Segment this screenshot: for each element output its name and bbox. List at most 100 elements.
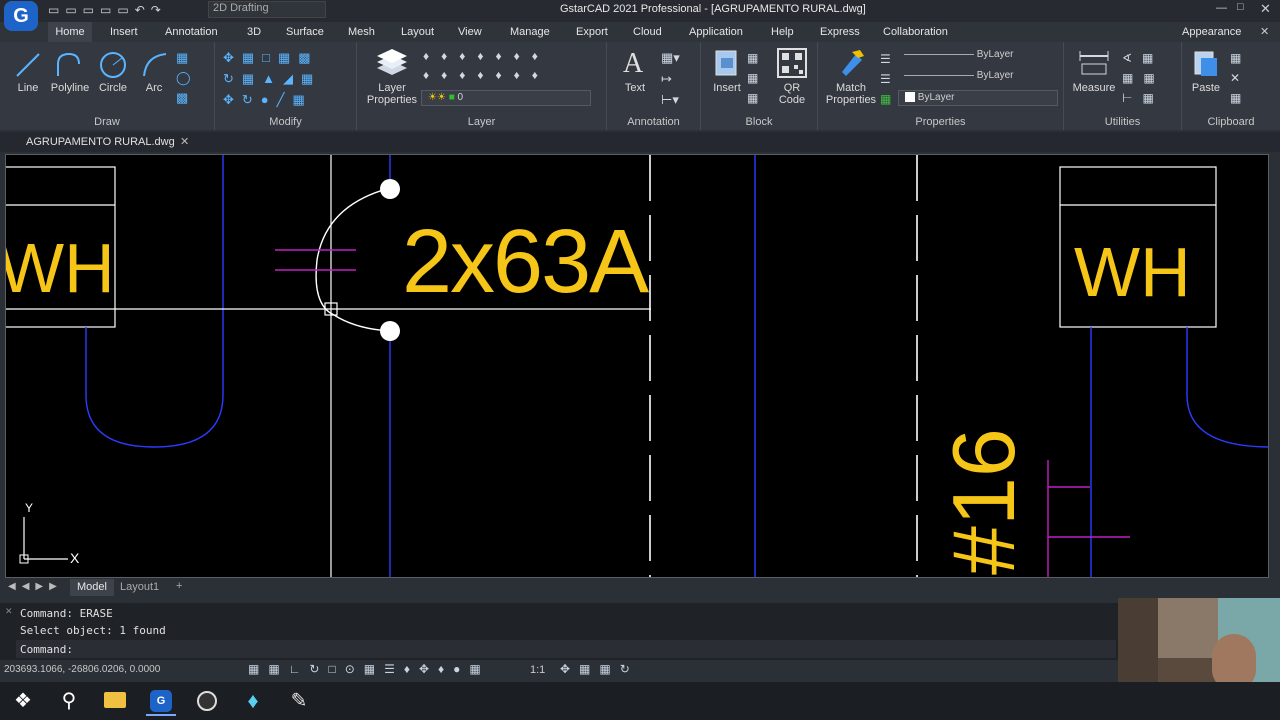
tab-layout[interactable]: Layout xyxy=(401,26,434,38)
tab-mesh[interactable]: Mesh xyxy=(348,26,375,38)
app-logo-icon[interactable]: G xyxy=(4,1,38,31)
cut-copy-icons[interactable]: ▦ ✕ ▦ xyxy=(1230,48,1241,108)
tab-application[interactable]: Application xyxy=(689,26,743,38)
close-icon[interactable]: ✕ xyxy=(1260,1,1271,17)
annotation-scale[interactable]: 1:1 xyxy=(530,664,545,676)
paste-icon[interactable] xyxy=(1192,48,1220,78)
match-properties-icon[interactable] xyxy=(836,48,866,78)
circle-icon[interactable] xyxy=(98,50,128,80)
windows-taskbar: ❖ ⚲ G ♦ ✎ xyxy=(0,682,1280,720)
match-properties-button[interactable]: Match Properties xyxy=(820,82,882,106)
gstarcad-taskbar-icon[interactable]: G xyxy=(146,686,176,716)
ribbon-tabs: Home Insert Annotation 3D Surface Mesh L… xyxy=(0,22,1280,42)
close-tab-icon[interactable]: ✕ xyxy=(180,132,189,152)
command-window[interactable]: ✕ Command: ERASE Select object: 1 found … xyxy=(0,603,1118,660)
status-bar: 203693.1066, -26806.0206, 0.0000 ▦▦∟↻□⊙▦… xyxy=(0,661,1118,680)
tab-view[interactable]: View xyxy=(458,26,482,38)
status-toggle-icons[interactable]: ▦▦∟↻□⊙▦☰♦✥♦●▦ xyxy=(248,662,490,676)
lineweight-combo[interactable]: ByLayer xyxy=(898,90,1058,106)
annotation-panel: A Text ▦▾ ↦ ⊢▾ Annotation xyxy=(607,42,701,130)
clipboard-panel-label[interactable]: Clipboard xyxy=(1182,116,1280,128)
qr-code-button[interactable]: QR Code xyxy=(771,82,813,106)
properties-panel-label[interactable]: Properties xyxy=(818,116,1063,128)
app-icon-blue[interactable]: ♦ xyxy=(238,686,268,716)
measure-icon[interactable] xyxy=(1078,48,1110,78)
minimize-icon[interactable]: — xyxy=(1216,2,1227,14)
layer-combo[interactable]: ☀☀ ■ 0 xyxy=(421,90,591,106)
tab-help[interactable]: Help xyxy=(771,26,794,38)
draw-panel: Line Polyline Circle Arc ▦ ◯ ▩ Draw xyxy=(0,42,215,130)
modify-tools-icons[interactable]: ✥▦□▦▩ ↻▦▲◢▦ ✥↻●╱▦ xyxy=(223,47,321,110)
polyline-icon[interactable] xyxy=(55,50,83,80)
document-tab-bar: AGRUPAMENTO RURAL.dwg ✕ xyxy=(0,132,1280,152)
paste-button[interactable]: Paste xyxy=(1186,82,1226,94)
clipboard-panel: Paste ▦ ✕ ▦ Clipboard xyxy=(1182,42,1280,130)
line-icon[interactable] xyxy=(14,50,42,80)
tab-express[interactable]: Express xyxy=(820,26,860,38)
tab-surface[interactable]: Surface xyxy=(286,26,324,38)
breaker-rating-text: 2x63A xyxy=(402,212,649,312)
command-close-icon[interactable]: ✕ xyxy=(5,606,13,617)
circuit-number-text: #16 xyxy=(934,428,1033,575)
tab-export[interactable]: Export xyxy=(576,26,608,38)
layer-panel-label[interactable]: Layer xyxy=(357,116,606,128)
quick-access-toolbar[interactable]: ▭▭▭▭▭↶↷ xyxy=(48,3,167,17)
utilities-icons[interactable]: ∢▦ ▦▦ ⊢▦ xyxy=(1122,48,1165,108)
tab-annotation[interactable]: Annotation xyxy=(165,26,218,38)
draw-panel-label[interactable]: Draw xyxy=(0,116,214,128)
polyline-button[interactable]: Polyline xyxy=(48,82,92,94)
circle-button[interactable]: Circle xyxy=(94,82,132,94)
properties-icons[interactable]: ☰ ☰ ▦ xyxy=(880,49,891,109)
block-panel: Insert ▦ ▦ ▦ QR Code Block xyxy=(701,42,818,130)
layout-nav-icons[interactable]: ◀◀▶▶ xyxy=(8,581,63,592)
tab-layout1[interactable]: Layout1 xyxy=(120,581,159,593)
block-edit-icons[interactable]: ▦ ▦ ▦ xyxy=(747,48,758,108)
layer-tools-icons[interactable]: ♦♦♦♦♦♦♦ ♦♦♦♦♦♦♦ xyxy=(423,47,550,85)
text-button[interactable]: Text xyxy=(615,82,655,94)
recorder-icon[interactable] xyxy=(192,686,222,716)
layer-panel: Layer Properties ♦♦♦♦♦♦♦ ♦♦♦♦♦♦♦ ☀☀ ■ 0 L… xyxy=(357,42,607,130)
layer-properties-icon[interactable] xyxy=(375,48,409,78)
insert-button[interactable]: Insert xyxy=(707,82,747,94)
layer-properties-button[interactable]: Layer Properties xyxy=(365,82,419,106)
color-combo[interactable]: ByLayer xyxy=(898,48,1058,64)
tab-manage[interactable]: Manage xyxy=(510,26,550,38)
qr-code-icon[interactable] xyxy=(777,48,807,78)
tab-collaboration[interactable]: Collaboration xyxy=(883,26,948,38)
draw-extra-tools[interactable]: ▦ ◯ ▩ xyxy=(176,48,191,108)
drawing-canvas[interactable]: WH 2x63A WH #16 Y X xyxy=(5,154,1269,578)
maximize-icon[interactable]: □ xyxy=(1237,1,1244,13)
measure-button[interactable]: Measure xyxy=(1070,82,1118,94)
annotation-panel-label[interactable]: Annotation xyxy=(607,116,700,128)
command-history-line: Select object: 1 found xyxy=(20,624,166,637)
arc-icon[interactable] xyxy=(140,50,170,80)
add-layout-button[interactable]: + xyxy=(176,580,182,592)
line-button[interactable]: Line xyxy=(8,82,48,94)
command-input[interactable]: Command: xyxy=(16,640,1116,658)
search-icon[interactable]: ⚲ xyxy=(54,686,84,716)
tab-cloud[interactable]: Cloud xyxy=(633,26,662,38)
breaker-contact-bottom xyxy=(380,321,400,341)
tab-3d[interactable]: 3D xyxy=(247,26,261,38)
ribbon-collapse-icon[interactable]: ✕ xyxy=(1260,25,1269,38)
status-right-icons[interactable]: ✥▦▦↻ xyxy=(560,662,639,676)
modify-panel-label[interactable]: Modify xyxy=(215,116,356,128)
ribbon: Line Polyline Circle Arc ▦ ◯ ▩ Draw ✥▦□▦▩ ↻… xyxy=(0,42,1280,130)
tab-model[interactable]: Model xyxy=(70,579,114,596)
appearance-menu[interactable]: Appearance xyxy=(1182,26,1241,38)
dimension-icons[interactable]: ▦▾ ↦ ⊢▾ xyxy=(661,47,680,110)
windows-start-icon[interactable]: ❖ xyxy=(8,686,38,716)
block-panel-label[interactable]: Block xyxy=(701,116,817,128)
tab-home[interactable]: Home xyxy=(48,22,92,42)
layout-tab-bar: ◀◀▶▶ Model Layout1 + xyxy=(0,579,1280,596)
text-icon[interactable]: A xyxy=(623,48,643,80)
arc-button[interactable]: Arc xyxy=(136,82,172,94)
linetype-combo[interactable]: ByLayer xyxy=(898,69,1058,85)
tab-insert[interactable]: Insert xyxy=(110,26,138,38)
utilities-panel-label[interactable]: Utilities xyxy=(1064,116,1181,128)
workspace-combo[interactable]: 2D Drafting xyxy=(208,1,326,18)
paint-app-icon[interactable]: ✎ xyxy=(284,686,314,716)
insert-block-icon[interactable] xyxy=(713,48,741,78)
file-explorer-icon[interactable] xyxy=(100,686,130,716)
document-tab[interactable]: AGRUPAMENTO RURAL.dwg ✕ xyxy=(18,132,198,152)
